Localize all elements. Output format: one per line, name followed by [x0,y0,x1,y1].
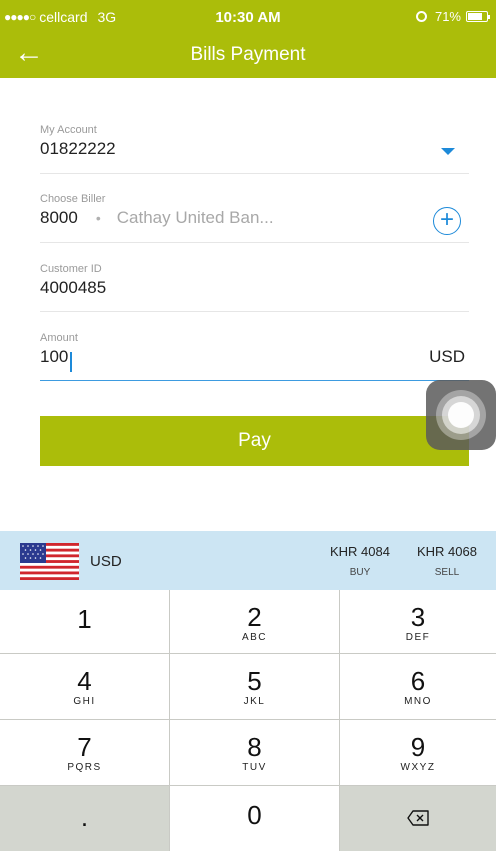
backspace-icon [407,810,429,826]
alarm-icon [415,11,427,22]
amount-currency: USD [429,347,465,366]
key-6[interactable]: 6 MNO [340,654,496,720]
sell-rate-value: KHR 4068 [417,544,477,559]
biller-name: Cathay United Ban... [116,208,274,227]
sell-rate-label: SELL [434,567,460,578]
biller-separator: • [95,210,101,226]
account-label: My Account [40,124,97,136]
customer-id-label: Customer ID [40,263,102,275]
backspace-key[interactable] [340,786,496,851]
key-3[interactable]: 3 DEF [340,590,496,654]
buy-rate: KHR 4084 BUY [320,544,400,578]
key-2[interactable]: 2 ABC [170,590,340,654]
key-7[interactable]: 7 PQRS [0,720,170,786]
numeric-keypad: 1 2 ABC 3 DEF 4 GHI 5 JKL 6 MNO 7 PQRS 8 TUV 9W… [0,590,496,851]
key-1[interactable]: 1 [0,590,170,654]
dropdown-arrow-icon[interactable] [441,148,455,155]
assistive-touch-button[interactable] [426,380,496,450]
key-0[interactable]: 0 [170,786,340,851]
amount-field[interactable]: Amount USD [40,332,469,381]
text-caret [70,352,72,372]
app-header: ●●●●○ cellcard 3G 10:30 AM 71% ← Bills P… [0,0,496,78]
biller-code: 8000 [40,208,78,227]
amount-label: Amount [40,332,78,344]
us-flag-icon [20,543,79,580]
rate-currency: USD [90,553,122,570]
biller-field[interactable]: Choose Biller 8000 • Cathay United Ban..… [40,193,469,243]
buy-rate-label: BUY [349,567,371,578]
battery-icon [466,11,490,22]
key-8[interactable]: 8 TUV [170,720,340,786]
customer-id-value: 4000485 [40,278,107,297]
sell-rate: KHR 4068 SELL [407,544,487,578]
pay-button[interactable]: Pay [40,416,469,466]
buy-rate-value: KHR 4084 [330,544,390,559]
account-field[interactable]: My Account 01822222 [40,124,469,174]
key-5[interactable]: 5 JKL [170,654,340,720]
biller-label: Choose Biller [40,193,106,205]
status-bar: ●●●●○ cellcard 3G 10:30 AM 71% [0,0,496,34]
nav-bar: ← Bills Payment [0,34,496,78]
key-decimal[interactable]: . [0,786,170,851]
key-9[interactable]: 9 WXYZ [340,720,496,786]
exchange-rate-bar: USD KHR 4084 BUY KHR 4068 SELL [0,531,496,590]
battery-percent: 71% [434,9,461,24]
add-biller-icon[interactable]: + [433,207,461,235]
page-title: Bills Payment [190,44,306,65]
customer-id-field[interactable]: Customer ID 4000485 [40,263,469,312]
account-value: 01822222 [40,139,116,158]
key-4[interactable]: 4 GHI [0,654,170,720]
